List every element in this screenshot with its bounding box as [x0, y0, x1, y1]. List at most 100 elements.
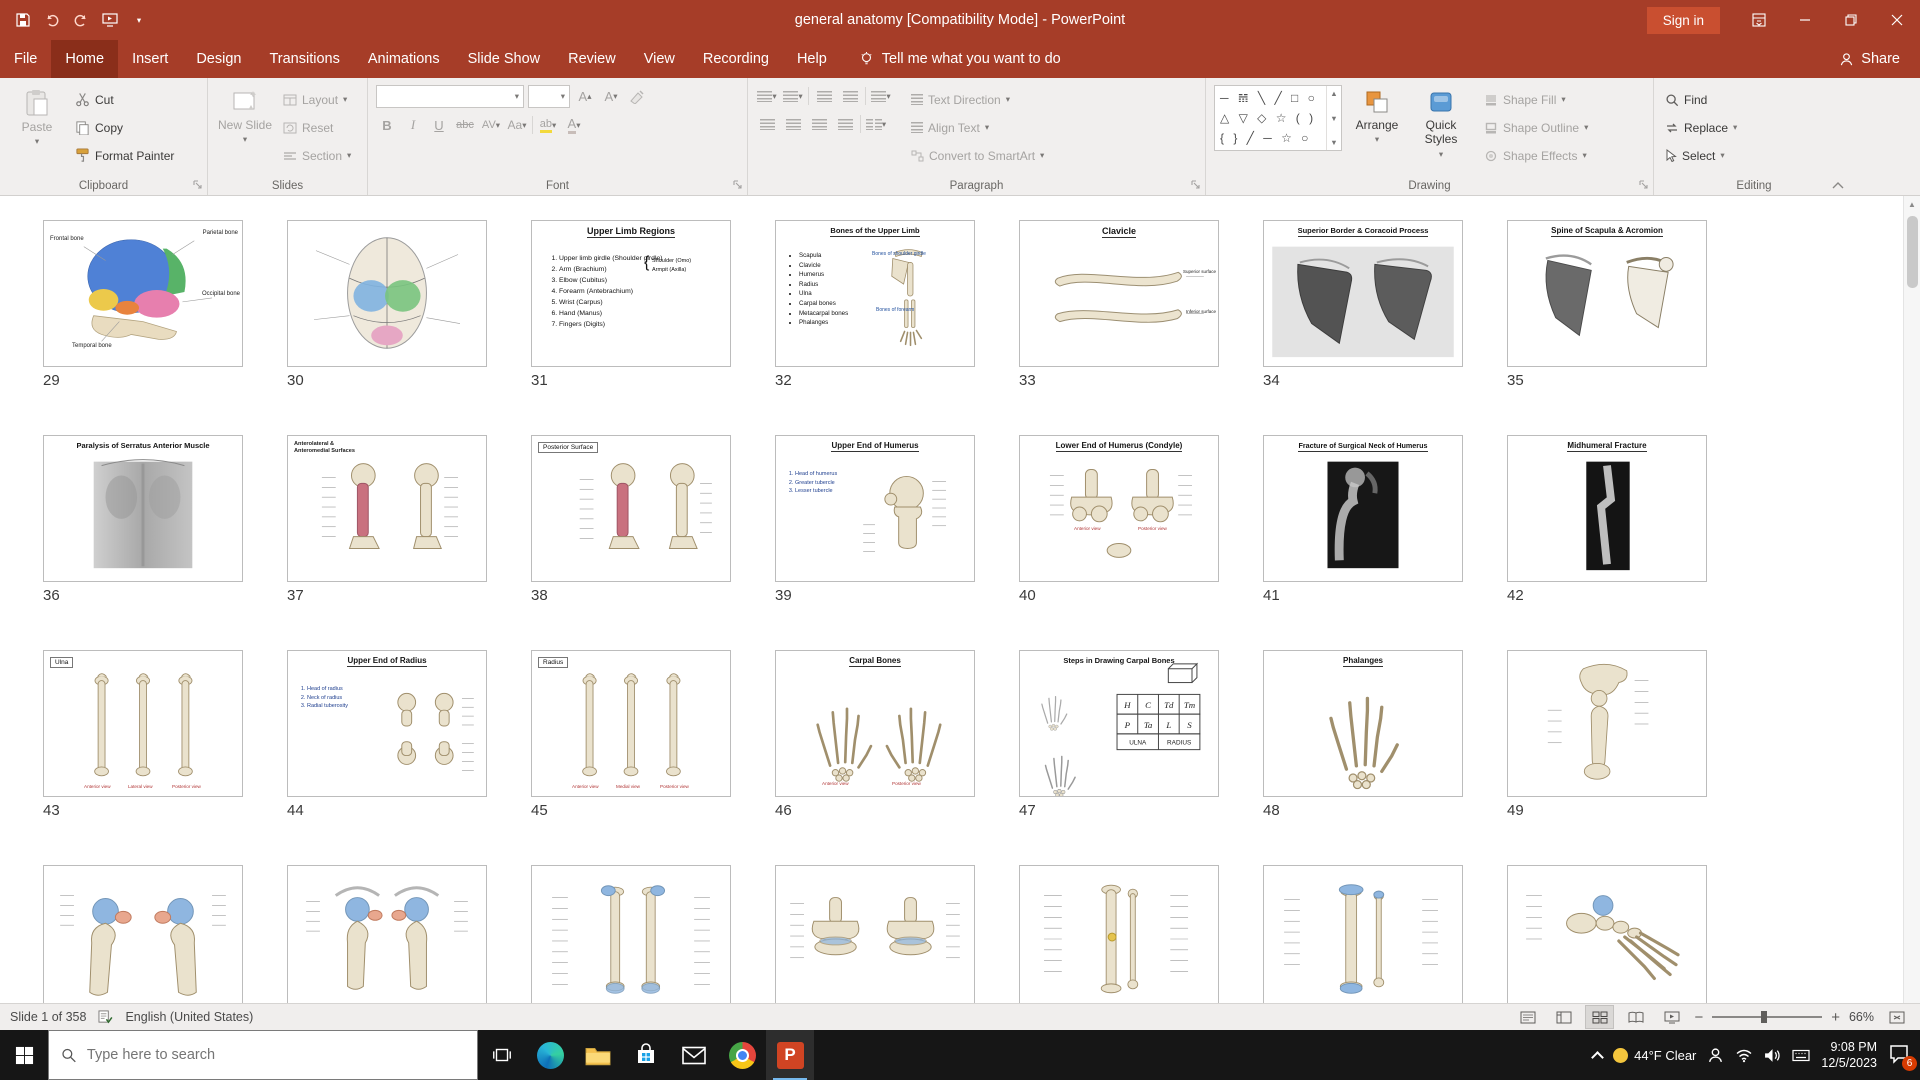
- mail-button[interactable]: [670, 1030, 718, 1080]
- tab-transitions[interactable]: Transitions: [255, 40, 353, 78]
- reading-view-button[interactable]: [1622, 1006, 1649, 1028]
- strikethrough-button[interactable]: abc: [454, 114, 476, 136]
- align-text-button[interactable]: Align Text ▾: [908, 116, 1047, 139]
- clock[interactable]: 9:08 PM 12/5/2023: [1821, 1039, 1877, 1072]
- shapes-scroll-up-icon[interactable]: ▲: [1330, 89, 1337, 98]
- weather-widget[interactable]: 44°F Clear: [1613, 1047, 1696, 1063]
- slide-thumbnail[interactable]: Ulna Anterior view Lateral view Posterior v…: [43, 650, 243, 865]
- share-button[interactable]: Share: [1839, 40, 1920, 78]
- slide-thumbnail[interactable]: Carpal Bones Anterior view Posterior view 4…: [775, 650, 975, 865]
- fit-to-window-button[interactable]: [1883, 1006, 1910, 1028]
- search-input[interactable]: [86, 1047, 465, 1063]
- tab-insert[interactable]: Insert: [118, 40, 182, 78]
- spell-check-icon[interactable]: [98, 1010, 113, 1024]
- tab-home[interactable]: Home: [51, 40, 119, 78]
- find-button[interactable]: Find: [1662, 88, 1848, 111]
- shapes-more-icon[interactable]: ▼: [1330, 138, 1337, 147]
- bullets-button[interactable]: ▾: [756, 85, 778, 107]
- section-button[interactable]: Section ▾: [280, 144, 354, 167]
- grow-font-button[interactable]: A ▴: [574, 86, 596, 108]
- start-button[interactable]: [0, 1030, 48, 1080]
- numbering-button[interactable]: ▾: [782, 85, 804, 107]
- sign-in-button[interactable]: Sign in: [1646, 6, 1720, 34]
- slide-thumbnail[interactable]: Fracture of Surgical Neck of Humerus 41: [1263, 435, 1463, 650]
- people-tray-icon[interactable]: [1707, 1047, 1724, 1064]
- start-slideshow-icon[interactable]: [97, 7, 123, 33]
- align-right-button[interactable]: [808, 113, 830, 135]
- align-left-button[interactable]: [756, 113, 778, 135]
- clipboard-dialog-launcher-icon[interactable]: [193, 180, 204, 191]
- highlight-color-button[interactable]: ab ▾: [537, 114, 559, 136]
- slide-thumbnail[interactable]: Spine of Scapula & Acromion 35: [1507, 220, 1707, 435]
- save-icon[interactable]: [10, 7, 36, 33]
- slide-thumbnail[interactable]: Clavicle Superior surface Inferior surfa…: [1019, 220, 1219, 435]
- close-button[interactable]: [1874, 0, 1920, 40]
- line-spacing-button[interactable]: ▾: [870, 85, 892, 107]
- task-view-button[interactable]: [478, 1030, 526, 1080]
- shape-fill-button[interactable]: Shape Fill ▾: [1482, 88, 1591, 111]
- scroll-up-icon[interactable]: ▲: [1904, 196, 1920, 212]
- slide-thumbnail[interactable]: [1507, 865, 1707, 1003]
- shapes-gallery[interactable]: ─ 𝌩 ╲ ╱ □ ○ △ ▽ ◇ ☆ ( ) { } ╱ ─ ☆ ○ ▲ ▼ …: [1214, 85, 1342, 151]
- tell-me-box[interactable]: Tell me what you want to do: [859, 40, 1061, 78]
- slideshow-view-button[interactable]: [1658, 1006, 1685, 1028]
- slide-thumbnail[interactable]: Superior Border & Coracoid Process 34: [1263, 220, 1463, 435]
- drawing-dialog-launcher-icon[interactable]: [1639, 180, 1650, 191]
- language-indicator[interactable]: English (United States): [125, 1010, 253, 1024]
- slide-thumbnail[interactable]: Radius Anterior view Medial view Posterior …: [531, 650, 731, 865]
- shape-row[interactable]: { } ╱ ─ ☆ ○: [1220, 131, 1321, 145]
- slide-thumbnail[interactable]: Anterolateral & Anteromedial Surfaces 37: [287, 435, 487, 650]
- powerpoint-button[interactable]: P: [766, 1030, 814, 1080]
- slide-thumbnail[interactable]: [775, 865, 975, 1003]
- arrange-button[interactable]: Arrange ▾: [1348, 85, 1406, 177]
- undo-icon[interactable]: [39, 7, 65, 33]
- slide-thumbnail[interactable]: Upper End of Radius Head of radiusNeck of…: [287, 650, 487, 865]
- slide-thumbnail[interactable]: 49: [1507, 650, 1707, 865]
- shapes-scroll-down-icon[interactable]: ▼: [1330, 114, 1337, 123]
- slide-thumbnail[interactable]: Paralysis of Serratus Anterior Muscle 36: [43, 435, 243, 650]
- zoom-out-button[interactable]: −: [1694, 1009, 1703, 1026]
- clear-formatting-button[interactable]: [626, 86, 648, 108]
- format-painter-button[interactable]: Format Painter: [72, 144, 177, 167]
- change-case-button[interactable]: Aa ▾: [506, 114, 528, 136]
- italic-button[interactable]: I: [402, 114, 424, 136]
- edge-button[interactable]: [526, 1030, 574, 1080]
- vertical-scrollbar[interactable]: ▲: [1903, 196, 1920, 1003]
- zoom-level[interactable]: 66%: [1849, 1010, 1874, 1024]
- select-button[interactable]: Select ▾: [1662, 144, 1848, 167]
- paste-button[interactable]: Paste ▾: [8, 85, 66, 177]
- bold-button[interactable]: B: [376, 114, 398, 136]
- decrease-indent-button[interactable]: [813, 85, 835, 107]
- slide-thumbnail[interactable]: Phalanges 48: [1263, 650, 1463, 865]
- tab-review[interactable]: Review: [554, 40, 630, 78]
- slide-thumbnail[interactable]: [43, 865, 243, 1003]
- tab-view[interactable]: View: [630, 40, 689, 78]
- tab-recording[interactable]: Recording: [689, 40, 783, 78]
- show-hidden-icons-chevron[interactable]: [1591, 1050, 1604, 1064]
- tab-slide-show[interactable]: Slide Show: [454, 40, 555, 78]
- zoom-in-button[interactable]: +: [1831, 1009, 1840, 1026]
- redo-icon[interactable]: [68, 7, 94, 33]
- chrome-button[interactable]: [718, 1030, 766, 1080]
- reset-button[interactable]: Reset: [280, 116, 354, 139]
- volume-icon[interactable]: [1764, 1048, 1781, 1063]
- underline-button[interactable]: U: [428, 114, 450, 136]
- align-center-button[interactable]: [782, 113, 804, 135]
- slide-thumbnail[interactable]: Upper Limb RegionsUpper limb girdle (Sho…: [531, 220, 731, 435]
- tab-file[interactable]: File: [0, 40, 51, 78]
- slide-thumbnail[interactable]: [287, 865, 487, 1003]
- slide-thumbnail[interactable]: Steps in Drawing Carpal Bones H C Td Tm P Ta L…: [1019, 650, 1219, 865]
- shape-row[interactable]: △ ▽ ◇ ☆ ( ): [1220, 111, 1321, 125]
- shape-row[interactable]: ─ 𝌩 ╲ ╱ □ ○: [1220, 91, 1321, 105]
- store-button[interactable]: [622, 1030, 670, 1080]
- slide-thumbnail[interactable]: Lower End of Humerus (Condyle) Anterior v…: [1019, 435, 1219, 650]
- copy-button[interactable]: Copy: [72, 116, 177, 139]
- slide-thumbnail[interactable]: [1019, 865, 1219, 1003]
- normal-view-button[interactable]: [1550, 1006, 1577, 1028]
- taskbar-search[interactable]: [48, 1030, 478, 1080]
- layout-button[interactable]: Layout ▾: [280, 88, 354, 111]
- font-size-combobox[interactable]: ▾: [528, 85, 570, 108]
- zoom-slider[interactable]: [1712, 1011, 1823, 1023]
- touch-keyboard-icon[interactable]: [1792, 1049, 1810, 1062]
- notes-button[interactable]: [1514, 1006, 1541, 1028]
